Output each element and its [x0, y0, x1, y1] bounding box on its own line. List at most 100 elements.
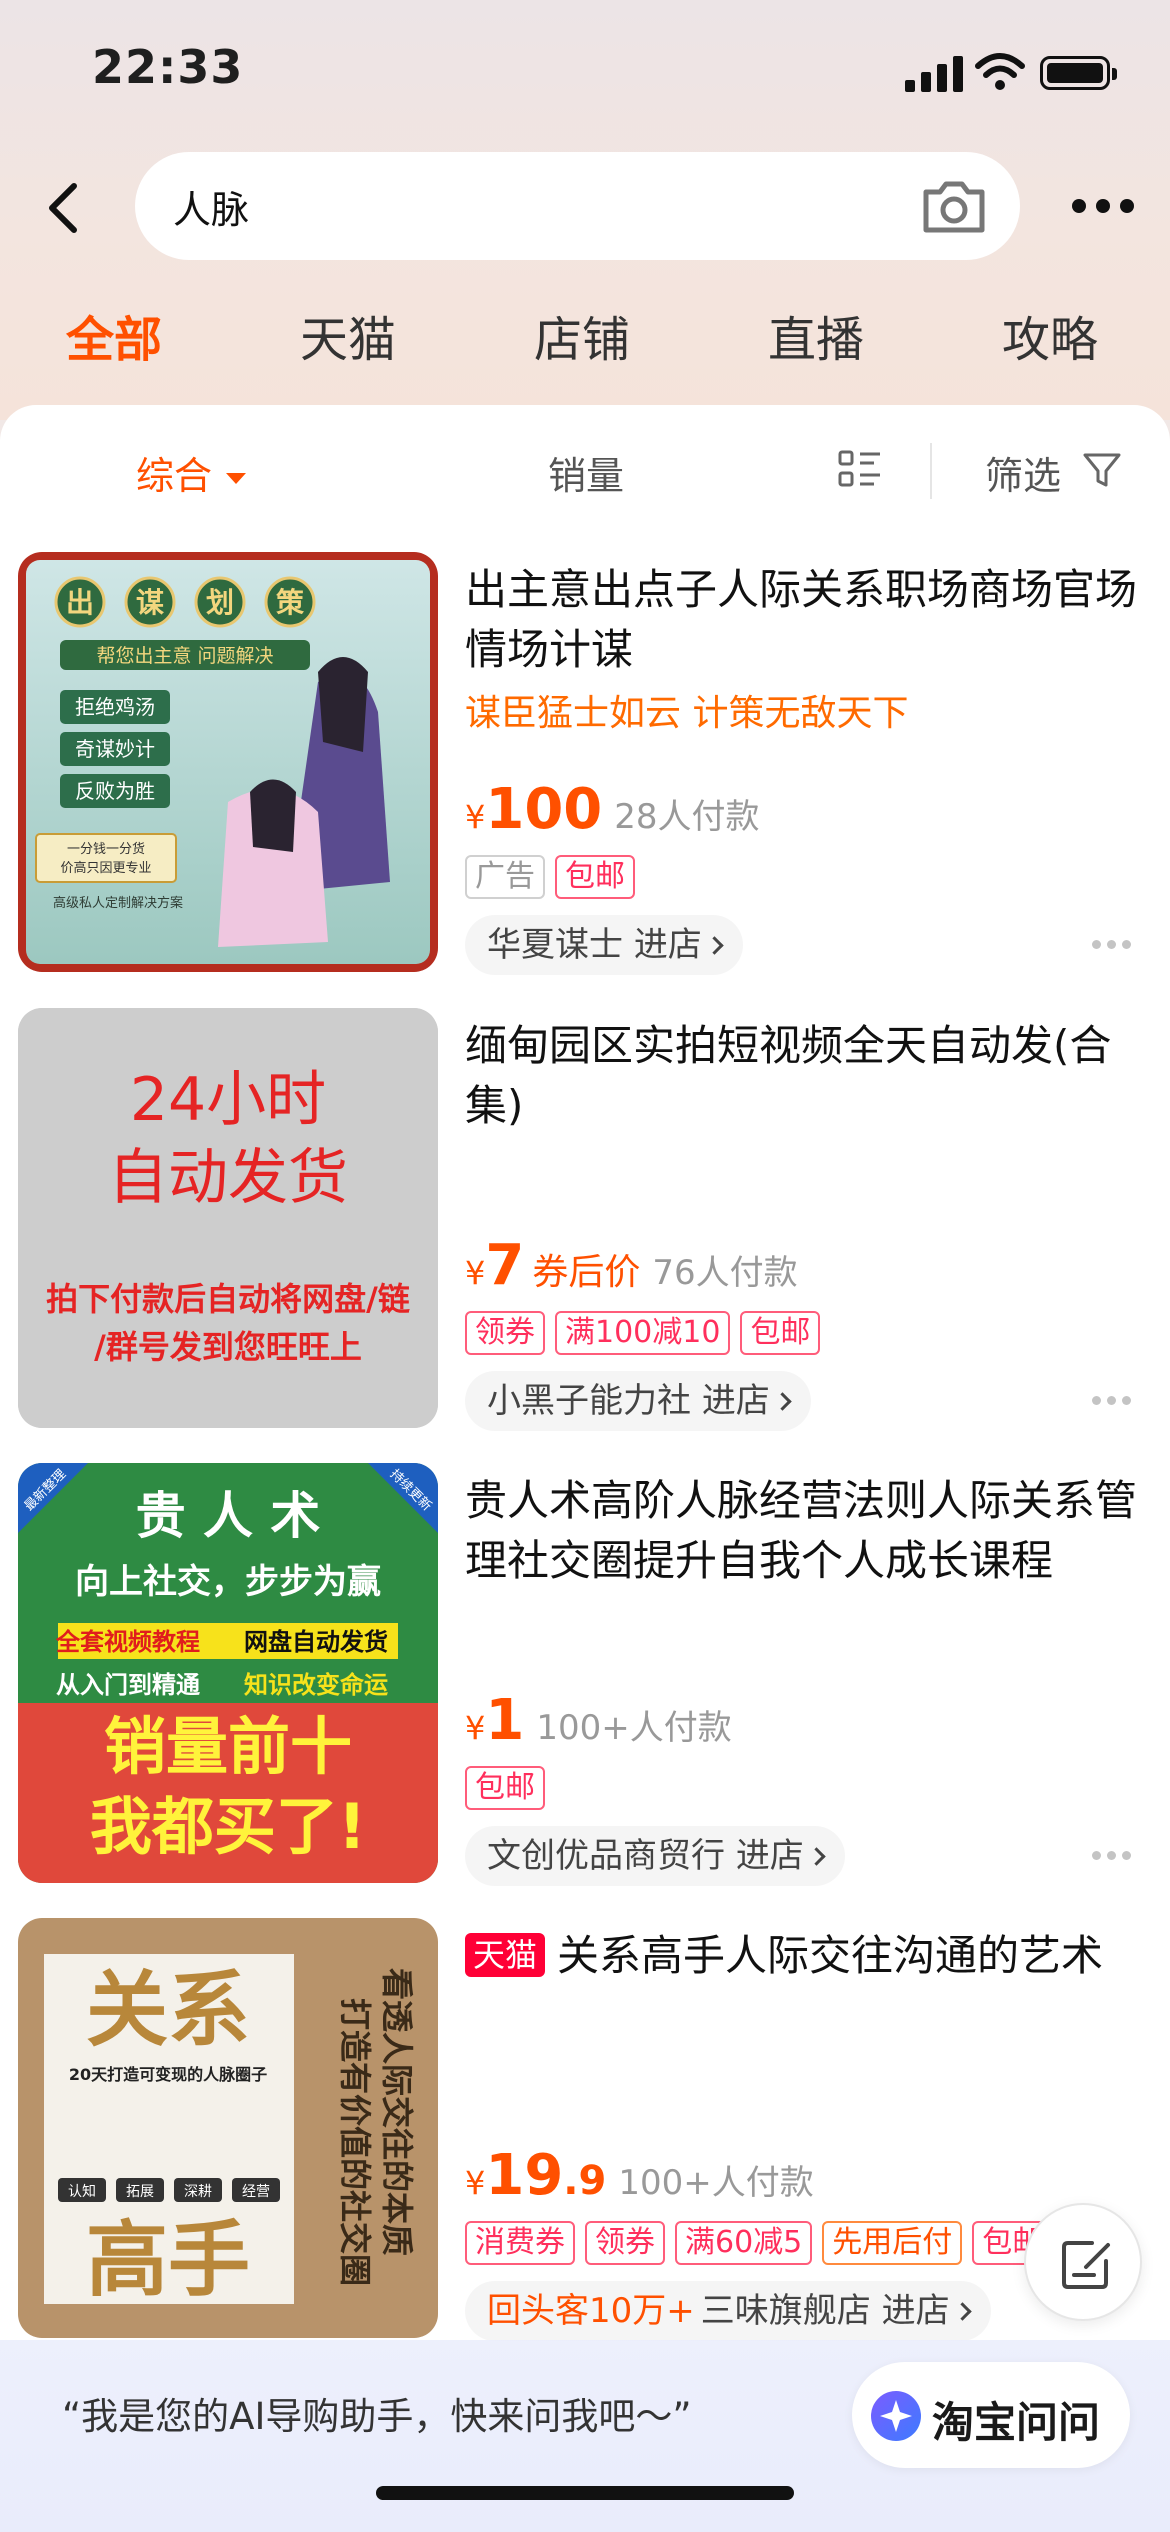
currency: ¥ [465, 798, 486, 836]
more-options-icon[interactable] [1092, 940, 1132, 950]
image-highlight: 网盘自动发货 [244, 1628, 388, 1656]
shop-name: 文创优品商贸行 [487, 1836, 725, 1876]
sold-count: 28人付款 [614, 797, 760, 837]
battery-icon [1040, 56, 1117, 90]
product-card[interactable]: 24小时 自动发货 拍下付款后自动将网盘/链 /群号发到您旺旺上 缅甸园区实拍短… [0, 1008, 1170, 1448]
tab-tmall[interactable]: 天猫 [300, 300, 396, 370]
more-icon[interactable] [1072, 196, 1134, 216]
svg-text:价高只因更专业: 价高只因更专业 [60, 860, 151, 876]
tab-shops[interactable]: 店铺 [534, 300, 630, 370]
image-ribbon: 帮您出主意 问题解决 [96, 645, 273, 667]
product-info: 缅甸园区实拍短视频全天自动发(合集) [465, 1016, 1145, 1136]
image-line: 拍下付款后自动将网盘/链 [46, 1280, 410, 1318]
discount-tag: 满100减10 [555, 1311, 731, 1355]
image-line: /群号发到您旺旺上 [94, 1328, 362, 1366]
shop-link[interactable]: 回头客10万+ 三味旗舰店 进店 [465, 2281, 991, 2341]
image-book-bottom: 高手 [86, 2213, 250, 2308]
product-title-row[interactable]: 天猫 关系高手人际交往沟通的艺术 [465, 1926, 1145, 1986]
image-line: 24小时 [130, 1065, 326, 1135]
chevron-right-icon [705, 936, 724, 955]
more-options-icon[interactable] [1092, 1851, 1132, 1861]
sort-sales[interactable]: 销量 [548, 445, 624, 500]
price-label: 券后价 [532, 1252, 641, 1293]
consumer-coupon-tag: 消费券 [465, 2221, 575, 2265]
list-view-icon[interactable] [838, 449, 882, 489]
shop-link[interactable]: 华夏谋士 进店 [465, 915, 743, 975]
assistant-star-icon [871, 2391, 921, 2441]
tag-row: 消费券 领券 满60减5 先用后付 包邮 [465, 2221, 1062, 2265]
tab-all[interactable]: 全部 [66, 300, 162, 370]
price: 1 [485, 1688, 525, 1753]
tag-row: 包邮 [465, 1766, 555, 1810]
home-indicator [376, 2486, 794, 2500]
search-bar[interactable] [135, 152, 1020, 260]
shop-name: 三味旗舰店 [700, 2291, 871, 2331]
image-title-char: 划 [206, 586, 234, 619]
camera-icon[interactable] [920, 176, 988, 236]
discount-tag: 满60减5 [675, 2221, 813, 2265]
search-input[interactable] [173, 176, 873, 236]
product-image[interactable]: 出 谋 划 策 帮您出主意 问题解决 拒绝鸡汤 奇谋妙计 反败为胜 一分钱一分货… [18, 552, 438, 972]
image-right-col: 看透人际交往的本质 [378, 1968, 416, 2256]
feedback-button[interactable] [1024, 2203, 1142, 2321]
product-image[interactable]: 最新整理 持续更新 贵 人 术 向上社交，步步为赢 全套视频教程 网盘自动发货 … [18, 1463, 438, 1883]
image-highlight: 全套视频教程 [55, 1628, 200, 1656]
ad-tag: 广告 [465, 855, 545, 899]
product-image[interactable]: 关系 20天打造可变现的人脉圈子 认知 拓展 深耕 经营 高手 看透人际交往的本… [18, 1918, 438, 2338]
price-row: ¥100 28人付款 [465, 777, 760, 842]
shop-link[interactable]: 小黑子能力社 进店 [465, 1371, 811, 1431]
caret-down-icon [226, 473, 247, 484]
chevron-right-icon [773, 1392, 792, 1411]
chevron-right-icon [807, 1847, 826, 1866]
assistant-prompt[interactable]: “我是您的AI导购助手，快来问我吧～” [62, 2386, 692, 2440]
image-step: 经营 [242, 2184, 270, 2200]
image-point: 反败为胜 [75, 779, 155, 803]
enter-shop-label: 进店 [633, 925, 702, 965]
sort-bar: 综合 销量 筛选 [0, 405, 1170, 535]
image-book-top: 关系 [86, 1963, 250, 2058]
results-panel: 综合 销量 筛选 出 谋 划 策 帮您出主意 问题解决 拒绝鸡汤 奇谋妙计 反败… [0, 405, 1170, 2532]
tag-row: 领券 满100减10 包邮 [465, 1311, 830, 1355]
product-image[interactable]: 24小时 自动发货 拍下付款后自动将网盘/链 /群号发到您旺旺上 [18, 1008, 438, 1428]
more-options-icon[interactable] [1092, 1396, 1132, 1406]
product-card[interactable]: 出 谋 划 策 帮您出主意 问题解决 拒绝鸡汤 奇谋妙计 反败为胜 一分钱一分货… [0, 552, 1170, 992]
tab-guides[interactable]: 攻略 [1002, 300, 1098, 370]
shop-name: 小黑子能力社 [487, 1381, 691, 1421]
image-highlight: 知识改变命运 [244, 1671, 388, 1699]
product-card[interactable]: 关系 20天打造可变现的人脉圈子 认知 拓展 深耕 经营 高手 看透人际交往的本… [0, 1918, 1170, 2358]
image-big: 销量前十 [104, 1710, 352, 1783]
price: 100 [485, 777, 603, 842]
price-row: ¥7 券后价 76人付款 [465, 1233, 798, 1298]
product-info: 贵人术高阶人脉经营法则人际关系管理社交圈提升自我个人成长课程 [465, 1471, 1145, 1591]
tab-live[interactable]: 直播 [768, 300, 864, 370]
product-title[interactable]: 出主意出点子人际关系职场商场官场情场计谋 [465, 560, 1145, 680]
filter-button[interactable]: 筛选 [985, 445, 1061, 500]
shop-link[interactable]: 文创优品商贸行 进店 [465, 1826, 845, 1886]
shop-name: 华夏谋士 [487, 925, 623, 965]
sold-count: 100+人付款 [618, 2163, 814, 2203]
image-title-char: 策 [276, 586, 304, 619]
product-title[interactable]: 缅甸园区实拍短视频全天自动发(合集) [465, 1016, 1145, 1136]
product-title[interactable]: 贵人术高阶人脉经营法则人际关系管理社交圈提升自我个人成长课程 [465, 1471, 1145, 1591]
price: 19 [485, 2143, 564, 2208]
free-shipping-tag: 包邮 [555, 855, 635, 899]
sort-comprehensive[interactable]: 综合 [136, 445, 247, 500]
ai-assistant-bar[interactable]: “我是您的AI导购助手，快来问我吧～” 淘宝问问 [0, 2340, 1170, 2532]
coupon-tag: 领券 [465, 1311, 545, 1355]
image-subtitle: 向上社交，步步为赢 [75, 1562, 381, 1602]
filter-icon[interactable] [1082, 451, 1122, 489]
product-card[interactable]: 最新整理 持续更新 贵 人 术 向上社交，步步为赢 全套视频教程 网盘自动发货 … [0, 1463, 1170, 1903]
back-icon[interactable] [40, 180, 90, 236]
image-point: 奇谋妙计 [75, 737, 155, 761]
edit-icon [1062, 2241, 1110, 2289]
enter-shop-label: 进店 [735, 1836, 804, 1876]
product-title[interactable]: 关系高手人际交往沟通的艺术 [557, 1931, 1103, 1980]
image-book-sub: 20天打造可变现的人脉圈子 [69, 2065, 267, 2084]
taobao-wenwen-button[interactable]: 淘宝问问 [852, 2362, 1130, 2468]
wifi-icon [975, 53, 1025, 90]
currency: ¥ [465, 2164, 486, 2202]
repeat-customers: 回头客10万+ [487, 2291, 695, 2331]
image-highlight: 从入门到精通 [56, 1671, 200, 1699]
image-title-char: 谋 [136, 586, 165, 619]
tag-row: 广告 包邮 [465, 855, 645, 899]
